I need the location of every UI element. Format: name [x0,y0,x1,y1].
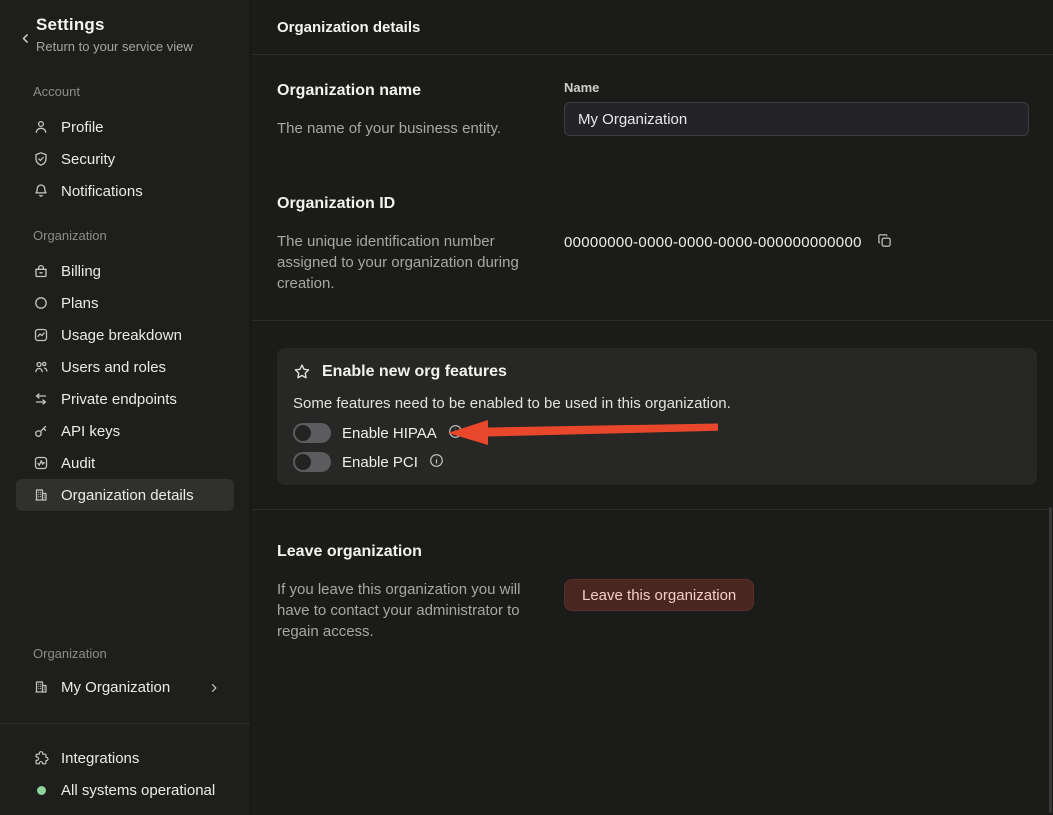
sidebar-item-security[interactable]: Security [16,143,234,175]
section-label-organization: Organization [33,228,250,243]
system-status-label: All systems operational [61,782,215,799]
sidebar-item-label: Notifications [61,183,143,200]
settings-app: Settings Return to your service view Acc… [0,0,1053,815]
status-dot [33,782,49,798]
key-icon [33,423,49,439]
org-name-title: Organization name [277,82,534,100]
name-field-label: Name [564,80,1029,95]
integrations-link[interactable]: Integrations [16,742,234,774]
sidebar-divider [0,723,250,724]
organization-nav-list: Billing Plans Usage breakdown Users and … [0,255,250,511]
back-button[interactable] [14,15,36,54]
sidebar-item-label: Billing [61,263,101,280]
sidebar-item-label: Profile [61,119,104,136]
leave-organization-button[interactable]: Leave this organization [564,579,754,611]
features-card-title: Enable new org features [322,363,507,381]
hipaa-info-button[interactable] [448,424,463,442]
info-icon [429,453,444,471]
sidebar-item-label: Security [61,151,115,168]
chevron-left-icon [19,33,32,48]
copy-button[interactable] [876,232,893,252]
sidebar-title: Settings [36,15,193,35]
sidebar-item-profile[interactable]: Profile [16,111,234,143]
shield-check-icon [33,151,49,167]
section-divider [252,320,1053,321]
pci-toggle-label: Enable PCI [342,454,418,471]
org-name-input[interactable] [564,102,1029,136]
sidebar-item-plans[interactable]: Plans [16,287,234,319]
circle-icon [33,295,49,311]
main-content: Organization details Organization name T… [252,0,1053,815]
activity-icon [33,455,49,471]
pci-toggle-row: Enable PCI [293,452,1021,472]
settings-sidebar: Settings Return to your service view Acc… [0,0,251,815]
integrations-label: Integrations [61,750,139,767]
org-id-description: The unique identification number assigne… [277,231,534,294]
sidebar-item-api-keys[interactable]: API keys [16,415,234,447]
org-name-description: The name of your business entity. [277,118,534,139]
star-icon [293,363,311,381]
sidebar-item-audit[interactable]: Audit [16,447,234,479]
sidebar-item-label: Users and roles [61,359,166,376]
page-title: Organization details [277,19,420,36]
sidebar-item-usage-breakdown[interactable]: Usage breakdown [16,319,234,351]
sidebar-footer: Organization My Organization [0,646,250,815]
sidebar-item-label: Usage breakdown [61,327,182,344]
sidebar-subtitle[interactable]: Return to your service view [36,39,193,54]
system-status[interactable]: All systems operational [16,774,234,806]
sidebar-item-label: Organization details [61,487,194,504]
org-id-value: 00000000-0000-0000-0000-000000000000 [564,234,862,251]
sidebar-item-private-endpoints[interactable]: Private endpoints [16,383,234,415]
hipaa-toggle[interactable] [293,423,331,443]
sidebar-item-label: Plans [61,295,99,312]
building-icon [33,487,49,503]
puzzle-icon [33,750,49,766]
section-divider [252,509,1053,510]
org-name-section: Organization name The name of your busin… [252,76,1053,139]
org-switcher[interactable]: My Organization [16,671,234,703]
leave-org-description: If you leave this organization you will … [277,579,534,642]
footer-org-label: Organization [33,646,250,661]
scrollbar-thumb[interactable] [1049,507,1052,813]
sidebar-item-billing[interactable]: Billing [16,255,234,287]
section-label-account: Account [33,84,250,99]
org-id-title: Organization ID [277,195,534,213]
swap-arrows-icon [33,391,49,407]
chart-icon [33,327,49,343]
sidebar-item-notifications[interactable]: Notifications [16,175,234,207]
hipaa-toggle-label: Enable HIPAA [342,425,437,442]
building-icon [33,679,49,695]
pci-toggle[interactable] [293,452,331,472]
sidebar-item-organization-details[interactable]: Organization details [16,479,234,511]
sidebar-item-label: API keys [61,423,120,440]
hipaa-toggle-row: Enable HIPAA [293,423,1021,443]
info-icon [448,424,463,442]
leave-org-title: Leave organization [277,543,534,561]
pci-info-button[interactable] [429,453,444,471]
users-icon [33,359,49,375]
sidebar-item-label: Private endpoints [61,391,177,408]
account-nav-list: Profile Security Notifications [0,111,250,207]
sidebar-item-label: Audit [61,455,95,472]
page-header: Organization details [252,0,1053,55]
sidebar-header: Settings Return to your service view [0,0,250,54]
sidebar-item-users-and-roles[interactable]: Users and roles [16,351,234,383]
chevron-right-icon [208,681,220,693]
org-id-section: Organization ID The unique identificatio… [252,189,1053,294]
bell-icon [33,183,49,199]
user-icon [33,119,49,135]
copy-icon [876,232,893,252]
wallet-icon [33,263,49,279]
leave-org-section: Leave organization If you leave this org… [252,537,1053,642]
org-switcher-label: My Organization [61,679,170,696]
features-card-description: Some features need to be enabled to be u… [293,395,1021,412]
features-card: Enable new org features Some features ne… [277,348,1037,485]
